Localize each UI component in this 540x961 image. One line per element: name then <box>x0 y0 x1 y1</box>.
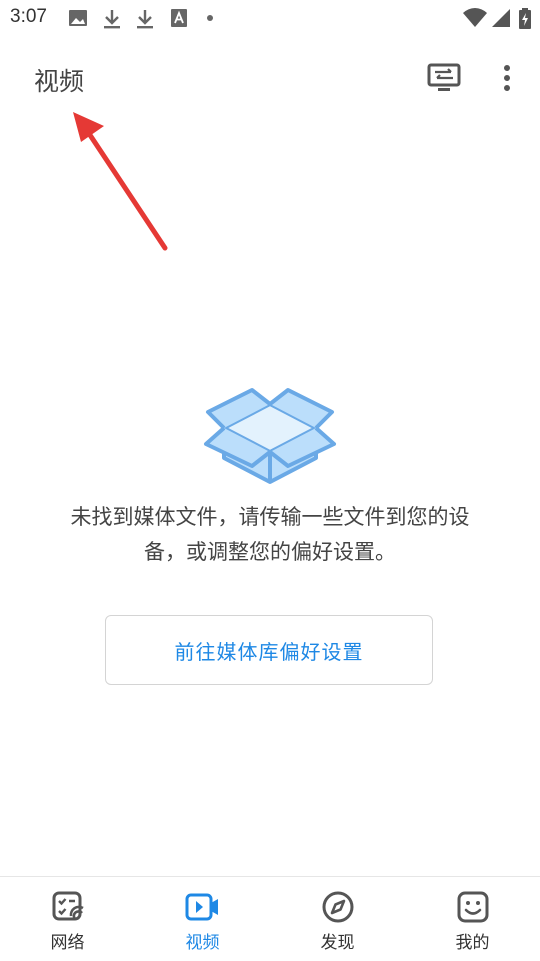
download-notification-icon <box>104 10 120 29</box>
nav-item-network[interactable]: 网络 <box>0 877 135 961</box>
status-bar: 3:07 <box>0 0 540 36</box>
more-vert-icon <box>504 65 510 91</box>
battery-charging-icon <box>519 8 531 29</box>
bottom-navigation: 网络 视频 发现 我的 <box>0 876 540 961</box>
image-notification-icon <box>69 10 87 26</box>
media-library-settings-button[interactable]: 前往媒体库偏好设置 <box>105 615 433 685</box>
annotation-arrow <box>73 112 168 251</box>
video-icon <box>185 893 218 921</box>
cast-icon <box>427 63 461 91</box>
nav-item-video[interactable]: 视频 <box>135 877 270 961</box>
page-title: 视频 <box>34 67 85 96</box>
nav-label: 网络 <box>50 933 85 953</box>
more-notifications-dot-icon <box>207 15 213 21</box>
download-notification-icon-2 <box>137 10 153 29</box>
empty-state-message-line1: 未找到媒体文件，请传输一些文件到您的设 <box>70 505 470 529</box>
cast-button[interactable] <box>424 60 464 96</box>
empty-state-message: 未找到媒体文件，请传输一些文件到您的设 备，或调整您的偏好设置。 <box>30 500 510 570</box>
cellular-signal-icon <box>492 9 510 27</box>
open-box-icon <box>204 388 336 484</box>
nav-label: 我的 <box>455 933 490 953</box>
status-time: 3:07 <box>10 6 47 27</box>
nav-item-discover[interactable]: 发现 <box>270 877 405 961</box>
compass-icon <box>322 891 353 923</box>
app-notification-icon <box>171 9 187 27</box>
wifi-icon <box>463 8 487 27</box>
smile-icon <box>457 891 488 923</box>
empty-state-message-line2: 备，或调整您的偏好设置。 <box>144 540 396 564</box>
nav-label: 发现 <box>320 933 355 953</box>
nav-item-me[interactable]: 我的 <box>405 877 540 961</box>
more-options-button[interactable] <box>492 60 522 96</box>
network-icon <box>52 891 84 921</box>
nav-label: 视频 <box>185 933 220 953</box>
